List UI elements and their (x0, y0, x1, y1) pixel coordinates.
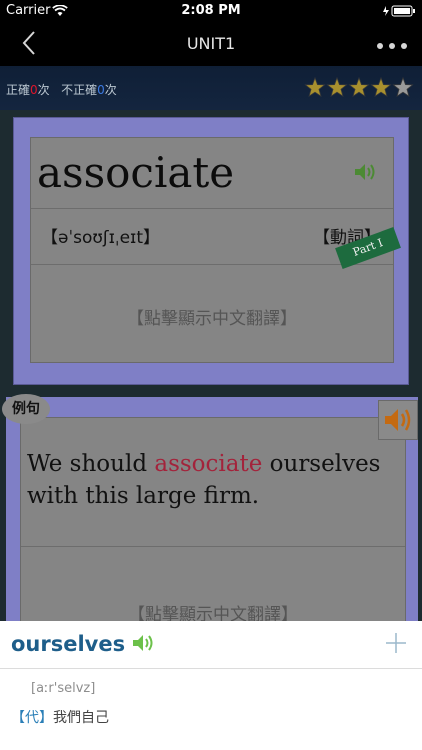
pos-tag: 【代】 (11, 710, 53, 726)
vocab-word: associate (37, 148, 235, 197)
speaker-icon[interactable] (131, 633, 157, 657)
star-filled-icon (370, 77, 392, 98)
speaker-icon (385, 409, 411, 431)
popup-meaning: 我們自己 (53, 710, 109, 726)
battery-icon (382, 5, 416, 21)
speaker-icon[interactable] (353, 162, 379, 186)
nav-bar: UNIT1 (0, 22, 422, 66)
star-filled-icon (326, 77, 348, 98)
clock: 2:08 PM (181, 3, 241, 18)
popup-definition: 【代】我們自己 (11, 707, 109, 727)
star-rating (304, 77, 414, 98)
add-icon[interactable] (384, 631, 408, 659)
page-title: UNIT1 (186, 34, 236, 53)
example-badge: 例句 (2, 394, 50, 424)
status-bar: Carrier 2:08 PM (0, 0, 422, 22)
divider (0, 668, 422, 669)
star-empty-icon (392, 77, 414, 98)
correct-count: 0 (30, 83, 38, 97)
score-bar: 正確0次 不正確0次 (0, 66, 422, 110)
popup-phonetic: [aːr'selvz] (31, 681, 96, 696)
word-lookup-popup: ourselves [aːr'selvz] 【代】我們自己 (0, 621, 422, 750)
phonetic: 【əˈsoʊʃɪˌeɪt】 (41, 228, 161, 248)
star-filled-icon (348, 77, 370, 98)
popup-word: ourselves (11, 632, 126, 656)
example-sentence: We should associate ourselves with this … (27, 451, 381, 509)
incorrect-count: 0 (97, 83, 105, 97)
divider (31, 264, 393, 265)
star-filled-icon (304, 77, 326, 98)
tap-to-translate-hint[interactable]: 【點擊顯示中文翻譯】 (31, 304, 393, 329)
example-card[interactable]: We should associate ourselves with this … (6, 397, 418, 659)
divider (31, 208, 393, 209)
highlighted-word: associate (154, 451, 263, 477)
divider (21, 546, 405, 547)
more-options-icon[interactable] (376, 35, 408, 54)
example-speaker-button[interactable] (378, 400, 418, 440)
score-summary: 正確0次 不正確0次 (6, 83, 117, 97)
